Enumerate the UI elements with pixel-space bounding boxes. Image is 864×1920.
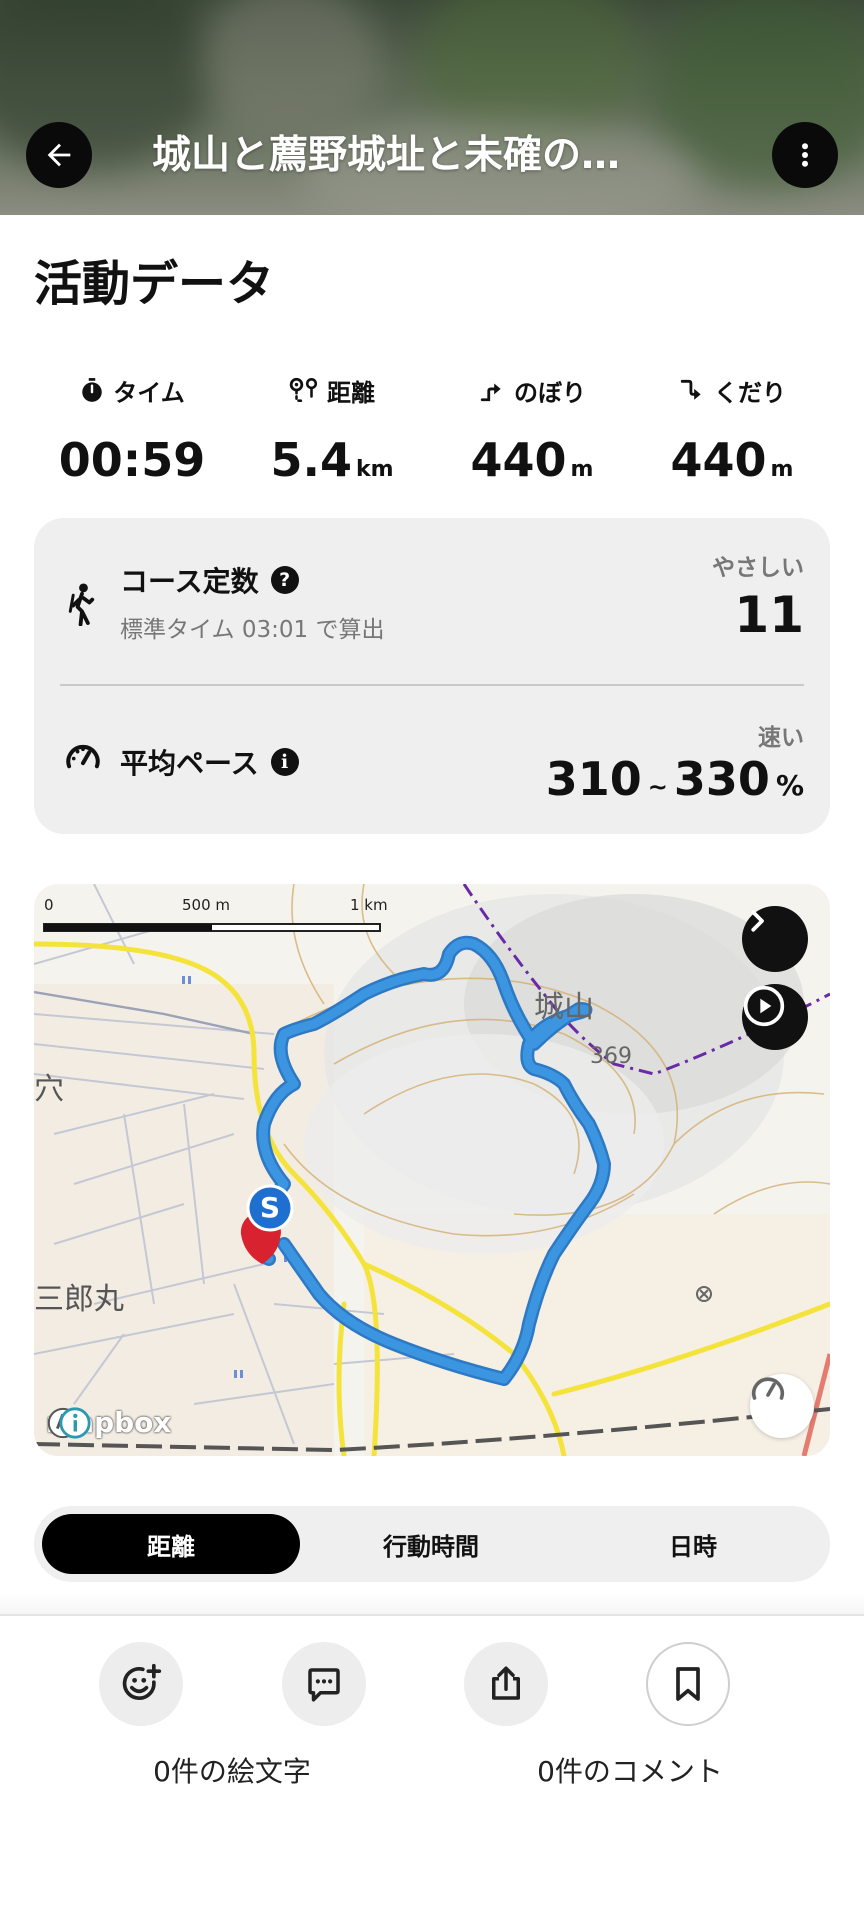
route-pin-icon <box>289 377 318 402</box>
stat-ascent: のぼり 440 m <box>432 370 632 500</box>
more-vertical-icon <box>802 143 808 167</box>
map-canvas <box>34 884 830 1456</box>
pace-max: 330 <box>673 752 770 806</box>
stat-label: 距離 <box>327 378 375 407</box>
bookmark-icon <box>676 1667 700 1701</box>
average-pace-value: 310 ~330% <box>546 752 804 806</box>
map-label-saburomaru: 三郎丸 <box>34 1282 124 1317</box>
descent-icon <box>680 379 701 400</box>
start-marker: S <box>259 1191 281 1224</box>
graph-mode-tabs: 距離 行動時間 日時 <box>34 1506 830 1582</box>
pace-speed-label: 速い <box>758 725 804 751</box>
scale-label-500: 500 m <box>182 896 231 914</box>
route-map[interactable]: 0 500 m 1 km 城山 369 穴 三郎丸 S mapbox <box>34 884 830 1456</box>
comment-button[interactable] <box>282 1642 366 1726</box>
stat-time: タイム 00:59 <box>32 370 232 490</box>
pace-min: 310 <box>545 752 642 806</box>
play-button[interactable] <box>742 984 808 1050</box>
speedometer-icon <box>66 744 100 769</box>
difficulty-label: やさしい <box>712 555 804 581</box>
course-summary-card: コース定数 ? 標準タイム 03:01 で算出 やさしい 11 平均ペース i … <box>34 518 830 834</box>
stat-descent: くだり 440 m <box>632 370 832 500</box>
course-constant-label[interactable]: コース定数 ? <box>120 560 299 600</box>
course-constant-value: 11 <box>734 586 804 644</box>
speedometer-icon <box>752 1377 784 1400</box>
card-divider <box>60 684 804 686</box>
stat-value: 440 <box>670 433 767 487</box>
stat-label: のぼり <box>514 378 586 407</box>
hiker-icon <box>68 583 95 626</box>
emoji-count-label[interactable]: 0件の絵文字 <box>82 1750 382 1790</box>
footer-shadow <box>0 1594 864 1614</box>
speedometer-button[interactable] <box>750 1374 814 1438</box>
question-icon[interactable]: ? <box>270 566 299 594</box>
add-emoji-button[interactable] <box>99 1642 183 1726</box>
stat-unit: km <box>355 457 394 482</box>
scale-label-0: 0 <box>44 896 54 914</box>
comment-icon <box>308 1668 340 1702</box>
pace-unit: % <box>775 769 804 802</box>
average-pace-text: 平均ペース <box>120 747 259 780</box>
map-label-shiroyama: 城山 <box>534 990 594 1025</box>
section-title: 活動データ <box>34 256 275 312</box>
stat-value: 440 <box>470 433 567 487</box>
header-cover-photo: 城山と薦野城址と未確の… <box>0 0 864 215</box>
tab-active-time[interactable]: 行動時間 <box>302 1514 560 1574</box>
share-icon <box>492 1666 520 1700</box>
footer-divider <box>0 1614 864 1616</box>
course-constant-text: コース定数 <box>120 565 259 598</box>
chevron-right-icon <box>751 910 764 932</box>
stat-label: くだり <box>714 378 786 407</box>
map-label-ana: 穴 <box>34 1072 64 1107</box>
stat-unit: m <box>570 457 594 482</box>
next-button[interactable] <box>742 906 808 972</box>
back-button[interactable] <box>26 122 92 188</box>
stat-value: 5.4 <box>270 433 352 487</box>
emoji-add-icon <box>122 1663 162 1701</box>
comment-count-label[interactable]: 0件のコメント <box>480 1750 780 1790</box>
standard-time-text: 標準タイム 03:01 で算出 <box>120 617 385 643</box>
stat-unit: m <box>770 457 794 482</box>
map-label-elevation: 369 <box>590 1044 632 1069</box>
info-icon[interactable] <box>58 1406 92 1440</box>
ascent-icon <box>480 383 501 402</box>
arrow-left-icon <box>47 143 71 167</box>
stat-value: 00:59 <box>58 433 206 487</box>
scale-label-1km: 1 km <box>350 896 388 914</box>
tab-datetime[interactable]: 日時 <box>564 1514 822 1574</box>
stat-label: タイム <box>113 378 185 407</box>
more-button[interactable] <box>772 122 838 188</box>
activity-title: 城山と薦野城址と未確の… <box>152 133 621 178</box>
mapbox-attribution[interactable]: mapbox <box>46 1406 171 1439</box>
tab-distance[interactable]: 距離 <box>42 1514 300 1574</box>
share-button[interactable] <box>464 1642 548 1726</box>
bookmark-button[interactable] <box>646 1642 730 1726</box>
pace-separator: ~ <box>647 773 668 801</box>
stopwatch-icon <box>82 378 102 402</box>
average-pace-label[interactable]: 平均ペース i <box>120 742 299 782</box>
stat-distance: 距離 5.4 km <box>232 370 432 500</box>
play-circle-icon <box>743 985 785 1027</box>
info-icon[interactable]: i <box>270 748 299 776</box>
